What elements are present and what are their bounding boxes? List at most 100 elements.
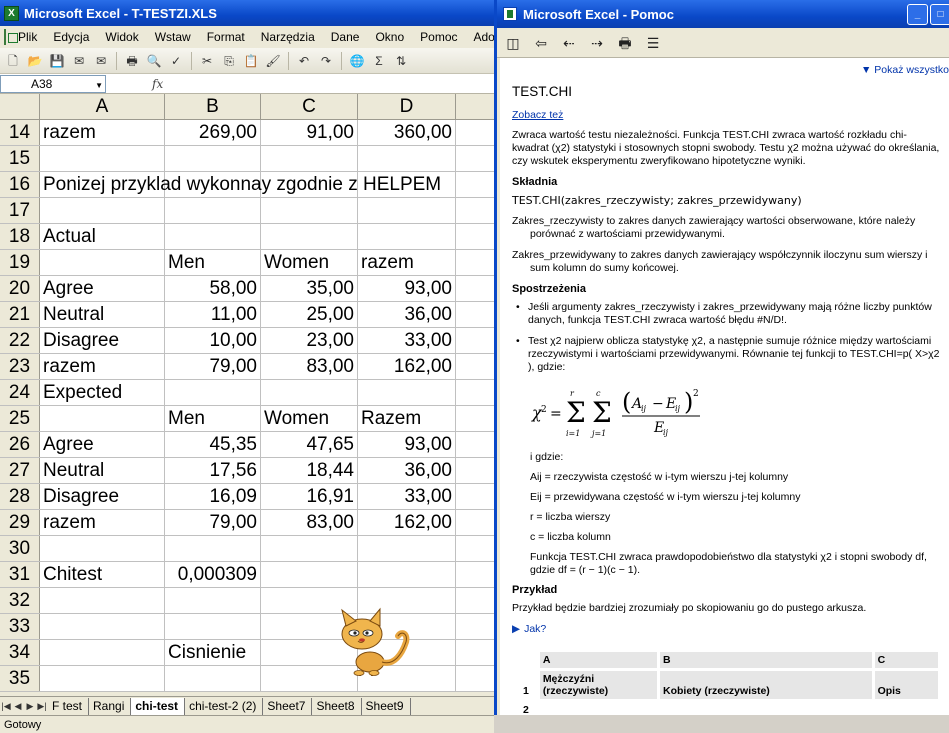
cell-d[interactable]: 36,00 [358,302,456,327]
cell-a[interactable] [40,614,165,639]
name-box[interactable]: A38 ▼ [0,74,106,94]
tab-sheet8[interactable]: Sheet8 [312,697,362,715]
column-header-e[interactable] [456,94,494,119]
cell-a[interactable]: Agree [40,276,165,301]
row-header[interactable]: 24 [0,380,40,405]
cell-a[interactable] [40,146,165,171]
cell-e[interactable] [456,198,494,223]
cell-e[interactable] [456,562,494,587]
menu-format[interactable]: Format [199,30,253,44]
select-all-corner[interactable] [0,94,40,119]
cell-e[interactable] [456,510,494,535]
cell-a[interactable]: Expected [40,380,165,405]
permission-icon[interactable]: ✉ [70,52,88,70]
cell-e[interactable] [456,250,494,275]
cell-b[interactable] [165,380,261,405]
cell-e[interactable] [456,224,494,249]
next-sheet-icon[interactable]: ▶ [24,701,36,712]
tab-chi-test-2[interactable]: chi-test-2 (2) [185,697,264,715]
cut-icon[interactable]: ✂ [198,52,216,70]
cell-a[interactable]: Disagree [40,484,165,509]
back-icon[interactable]: ⇦ [531,33,551,53]
tab-chi-test[interactable]: chi-test [131,697,186,715]
print-icon[interactable]: 🖶 [615,33,635,53]
cell-e[interactable] [456,172,494,197]
tile-icon[interactable]: ◫ [503,33,523,53]
how-link[interactable]: ▶ Jak? [512,623,941,635]
cell-d[interactable]: 162,00 [358,354,456,379]
cell-b[interactable]: Men [165,250,261,275]
cell-c[interactable] [261,146,358,171]
cell-a[interactable] [40,536,165,561]
cell-b[interactable]: 45,35 [165,432,261,457]
cell-b[interactable]: 269,00 [165,120,261,145]
cell-e[interactable] [456,406,494,431]
cell-a[interactable]: Neutral [40,302,165,327]
cell-d[interactable] [358,146,456,171]
show-all-link[interactable]: ▼ Pokaż wszystko [861,64,949,76]
cell-b[interactable] [165,614,261,639]
cell-a[interactable]: Agree [40,432,165,457]
cell-b[interactable]: 58,00 [165,276,261,301]
row-header[interactable]: 16 [0,172,40,197]
menu-narzedzia[interactable]: Narzędzia [253,30,323,44]
row-header[interactable]: 23 [0,354,40,379]
cell-b[interactable] [165,224,261,249]
menu-widok[interactable]: Widok [97,30,146,44]
cell-e[interactable] [456,276,494,301]
cell-d[interactable]: 36,00 [358,458,456,483]
cell-d[interactable] [358,562,456,587]
cell-b[interactable] [165,198,261,223]
cell-e[interactable] [456,146,494,171]
row-header[interactable]: 30 [0,536,40,561]
cell-c[interactable]: 83,00 [261,354,358,379]
copy-icon[interactable]: ⎘ [220,52,238,70]
cell-a[interactable] [40,588,165,613]
chevron-down-icon[interactable]: ▼ [95,78,103,94]
cell-a[interactable]: Neutral [40,458,165,483]
row-header[interactable]: 31 [0,562,40,587]
tab-sheet7[interactable]: Sheet7 [263,697,313,715]
cell-e[interactable] [456,484,494,509]
open-icon[interactable]: 📂 [26,52,44,70]
arrow-right-icon[interactable]: ⇢ [587,33,607,53]
menu-adobe-pdf[interactable]: Adobe PDF [466,30,495,44]
cell-e[interactable] [456,354,494,379]
cell-e[interactable] [456,640,494,665]
help-titlebar[interactable]: Microsoft Excel - Pomoc _ □ [497,0,949,28]
spelling-icon[interactable]: ✓ [167,52,185,70]
cell-b[interactable]: Men [165,406,261,431]
cell-a[interactable]: Ponizej przyklad wykonnay zgodnie z HELP… [40,172,441,197]
row-header[interactable]: 19 [0,250,40,275]
undo-icon[interactable]: ↶ [295,52,313,70]
row-header[interactable]: 33 [0,614,40,639]
sort-ascending-icon[interactable]: ⇅ [392,52,410,70]
prev-sheet-icon[interactable]: ◀ [12,701,24,712]
cell-c[interactable]: 35,00 [261,276,358,301]
email-icon[interactable]: ✉ [92,52,110,70]
cell-c[interactable]: 47,65 [261,432,358,457]
cell-a[interactable] [40,406,165,431]
column-header-a[interactable]: A [40,94,165,119]
cell-c[interactable]: Women [261,250,358,275]
cell-d[interactable]: 360,00 [358,120,456,145]
cell-b[interactable]: 11,00 [165,302,261,327]
excel-titlebar[interactable]: X Microsoft Excel - T-TESTZI.XLS [0,0,494,26]
cell-d[interactable]: Razem [358,406,456,431]
cell-c[interactable]: 83,00 [261,510,358,535]
cell-a[interactable]: razem [40,510,165,535]
new-icon[interactable]: 🗋 [4,52,22,70]
cell-c[interactable]: 91,00 [261,120,358,145]
column-header-d[interactable]: D [358,94,456,119]
cell-e[interactable] [456,666,494,691]
row-header[interactable]: 14 [0,120,40,145]
cell-a[interactable]: razem [40,120,165,145]
excel-app-icon[interactable]: X [4,5,19,21]
row-header[interactable]: 27 [0,458,40,483]
workbook-icon[interactable] [4,29,18,45]
cell-b[interactable]: 79,00 [165,510,261,535]
row-header[interactable]: 22 [0,328,40,353]
cell-e[interactable] [456,432,494,457]
cell-a[interactable]: razem [40,354,165,379]
menu-edycja[interactable]: Edycja [45,30,97,44]
